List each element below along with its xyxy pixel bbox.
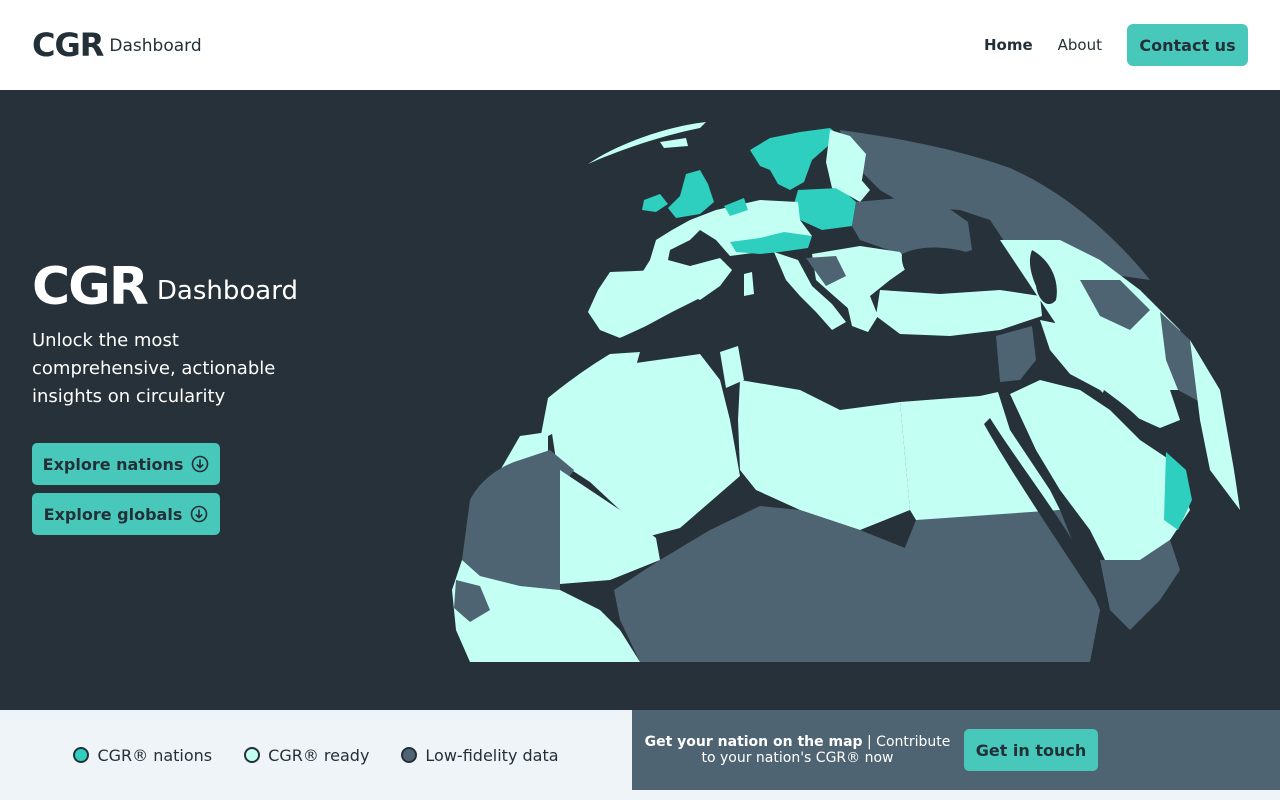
arrow-down-circle-icon (191, 505, 208, 523)
hero-logo-mark: CGR (32, 257, 149, 317)
top-header: CGR Dashboard Home About Contact us (0, 0, 1280, 90)
logo-subtitle: Dashboard (109, 36, 202, 56)
hero-logo: CGR Dashboard (32, 257, 298, 317)
nav-about[interactable]: About (1058, 36, 1102, 54)
legend-label: CGR® nations (97, 745, 213, 765)
legend-swatch-nations (73, 747, 90, 763)
legend-cgr-ready: CGR® ready (244, 746, 369, 765)
nav-home[interactable]: Home (984, 36, 1033, 54)
cta-text: Get your nation on the map | Contribute … (644, 734, 951, 766)
legend-swatch-lowfid (401, 747, 418, 763)
main-nav: Home About Contact us (984, 24, 1248, 66)
explore-globals-button[interactable]: Explore globals (32, 493, 220, 535)
legend-cgr-nations: CGR® nations (73, 746, 212, 765)
hero-section: CGR Dashboard Unlock the most comprehens… (0, 90, 1280, 710)
mauritania (462, 450, 574, 590)
legend-label: CGR® ready (268, 745, 370, 765)
legend-low-fidelity: Low-fidelity data (401, 745, 559, 765)
explore-nations-label: Explore nations (42, 454, 184, 474)
footer-strip (632, 790, 1280, 800)
hero-logo-subtitle: Dashboard (156, 276, 298, 306)
get-in-touch-button[interactable]: Get in touch (964, 729, 1098, 771)
sudan (890, 510, 1100, 662)
map-legend: CGR® nations CGR® ready Low-fidelity dat… (0, 710, 632, 800)
legend-label: Low-fidelity data (425, 745, 559, 765)
explore-nations-button[interactable]: Explore nations (32, 443, 220, 485)
cta-banner: Get your nation on the map | Contribute … (632, 710, 1280, 790)
legend-swatch-ready (244, 747, 261, 763)
hero-tagline: Unlock the most comprehensive, actionabl… (32, 330, 276, 407)
header-logo[interactable]: CGR Dashboard (32, 29, 202, 61)
cta-bold-text: Get your nation on the map (644, 734, 863, 750)
explore-globals-label: Explore globals (43, 504, 183, 524)
contact-us-button[interactable]: Contact us (1127, 24, 1248, 66)
arrow-down-circle-icon (192, 455, 209, 473)
logo-mark: CGR (32, 26, 104, 64)
